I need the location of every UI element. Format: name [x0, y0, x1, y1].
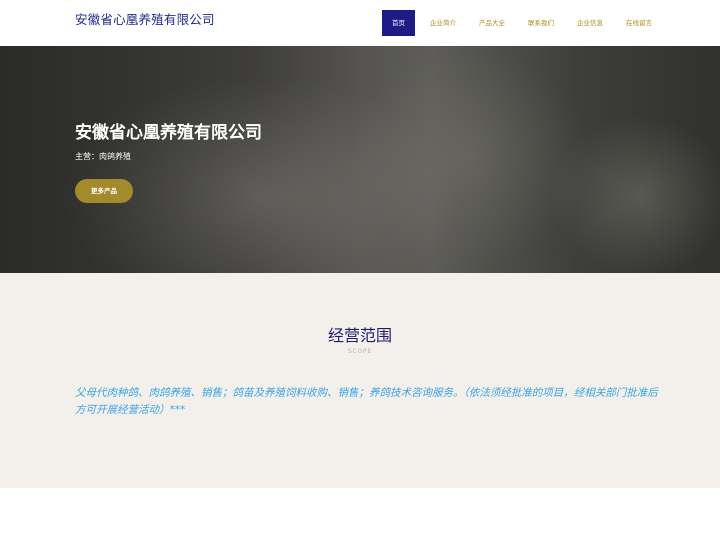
site-header: 安徽省心凰养殖有限公司 首页 企业简介 产品大全 联系我们 企业信息 在线留言 — [0, 0, 720, 46]
hero-subtitle: 主营：肉鸽养殖 — [75, 152, 131, 161]
business-scope-section: 经营范围 SCOPE 父母代肉种鸽、肉鸽养殖、销售；鸽苗及养殖饲料收购、销售；养… — [0, 273, 720, 488]
site-logo-text[interactable]: 安徽省心凰养殖有限公司 — [75, 9, 215, 28]
nav-item-home[interactable]: 首页 — [382, 10, 415, 36]
nav-item-about[interactable]: 企业简介 — [422, 10, 464, 36]
more-products-button[interactable]: 更多产品 — [75, 179, 133, 203]
nav-item-company-info[interactable]: 企业信息 — [569, 10, 611, 36]
page-bottom-area — [0, 488, 720, 540]
nav-item-contact[interactable]: 联系我们 — [520, 10, 562, 36]
business-scope-text: 父母代肉种鸽、肉鸽养殖、销售；鸽苗及养殖饲料收购、销售；养鸽技术咨询服务。（依法… — [75, 387, 658, 416]
hero-title: 安徽省心凰养殖有限公司 — [75, 123, 262, 143]
nav-item-message[interactable]: 在线留言 — [618, 10, 660, 36]
hero-banner: 安徽省心凰养殖有限公司 主营：肉鸽养殖 更多产品 — [0, 46, 720, 273]
nav-item-products[interactable]: 产品大全 — [471, 10, 513, 36]
main-nav: 首页 企业简介 产品大全 联系我们 企业信息 在线留言 — [382, 10, 667, 36]
section-subtitle: SCOPE — [347, 348, 373, 355]
section-title: 经营范围 — [327, 326, 392, 345]
